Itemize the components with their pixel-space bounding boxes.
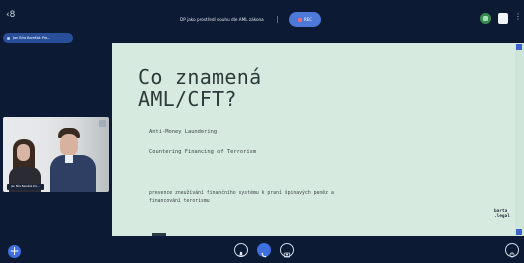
slide-text-aml: Anti-Money Laundering (149, 129, 218, 135)
slide-text-description: prevence zneužívání finančního systému k… (149, 191, 334, 196)
slide-title-line-2: AML/CFT? (138, 87, 237, 111)
slide-text-description-cont: financování terorismu (149, 199, 210, 204)
share-screen-button[interactable] (280, 243, 294, 258)
meeting-title: DP jako prostředí souhu dle AML zákona (180, 17, 264, 22)
record-icon (297, 18, 302, 22)
participant-name-label: Jan Bíra Barešák Pro... (7, 184, 44, 190)
add-icon[interactable]: + (8, 245, 21, 258)
presenter-chip[interactable]: Jan Bíra Barešák Pro... (3, 33, 73, 43)
slide-scrollbar[interactable] (515, 43, 524, 236)
participant-2-collar (65, 155, 73, 163)
pin-icon[interactable] (99, 120, 106, 127)
call-button[interactable] (257, 243, 271, 258)
slide-title: Co znamená AML/CFT? (138, 66, 338, 110)
participants-icon[interactable] (498, 13, 508, 24)
recording-label: REC (303, 17, 313, 22)
participant-video-tile[interactable]: Jan Bíra Barešák Pro... (3, 117, 109, 192)
recording-indicator[interactable]: REC (289, 12, 321, 27)
microphone-button[interactable] (234, 243, 248, 257)
top-bar: ‹8 DP jako prostředí souhu dle AML zákon… (0, 0, 524, 40)
more-options-button[interactable] (505, 243, 519, 258)
header-divider (277, 16, 278, 23)
shared-slide: Co znamená AML/CFT? Anti-Money Launderin… (112, 43, 520, 236)
slide-footer-mark (152, 233, 166, 236)
menu-icon[interactable]: ⋮ (514, 12, 522, 21)
participant-1-face (17, 144, 30, 161)
slide-title-line-1: Co znamená (138, 65, 262, 89)
connection-status-icon[interactable] (480, 13, 491, 24)
participant-2-body (50, 155, 96, 192)
participant-2-face (60, 134, 78, 156)
slide-text-cft: Countering Financing of Terrorism (149, 149, 257, 155)
back-icon[interactable]: ‹8 (6, 10, 15, 20)
